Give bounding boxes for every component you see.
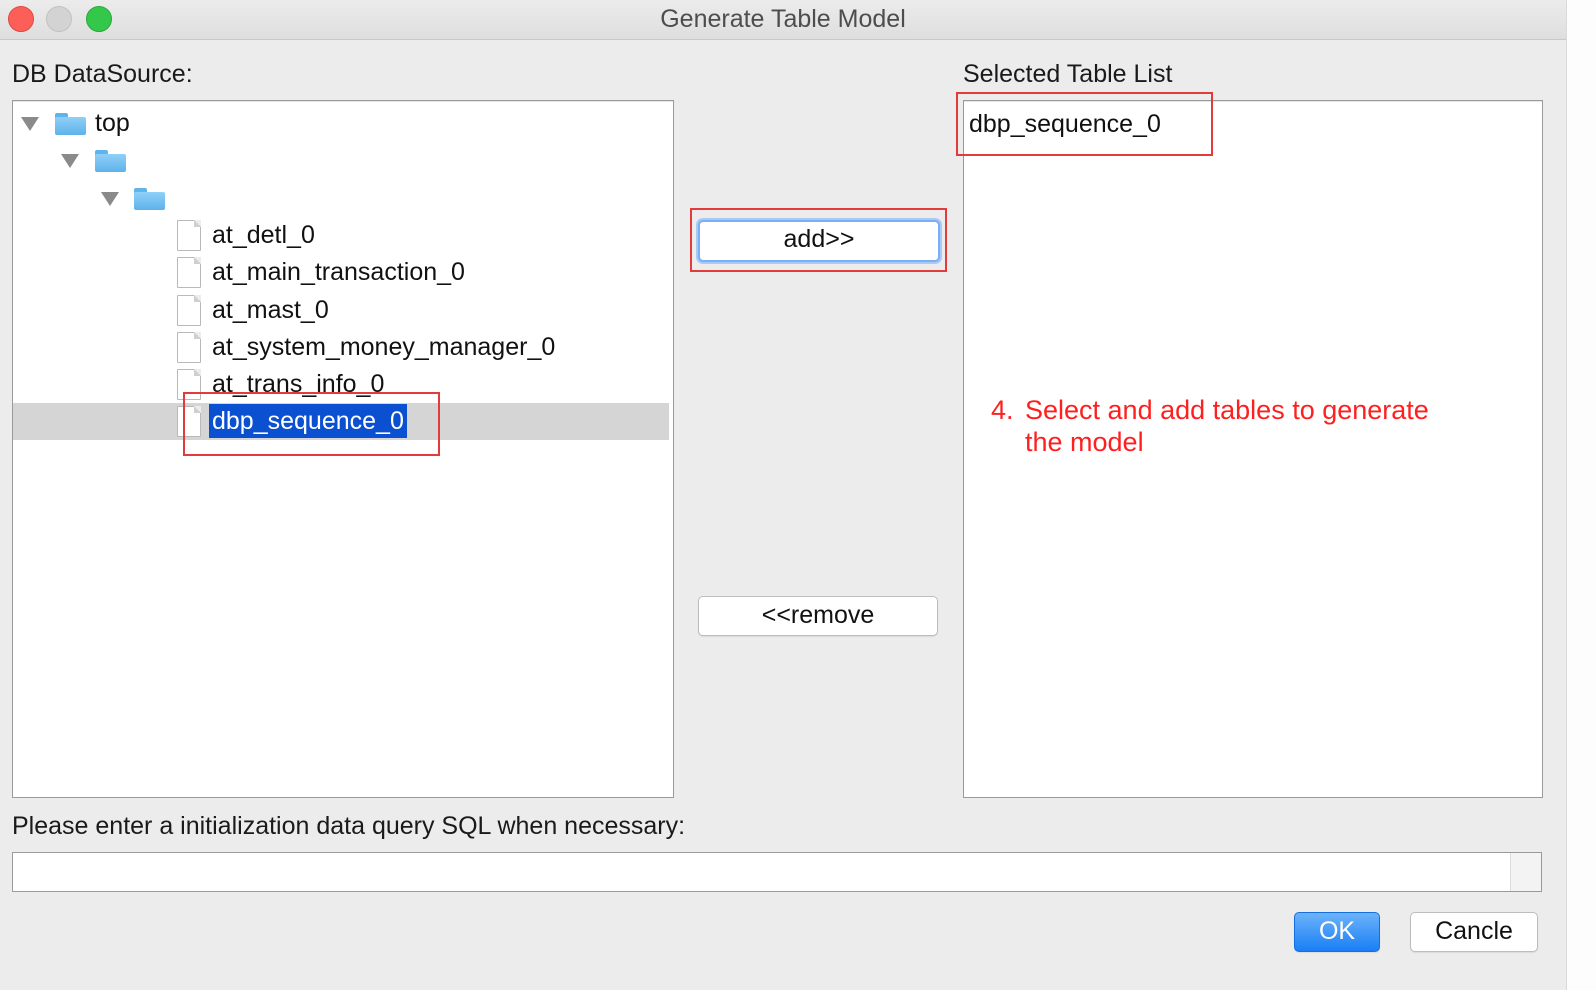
tree-node-top[interactable]: top: [13, 105, 669, 142]
table-node-at-system-money-manager-0[interactable]: at_system_money_manager_0: [13, 329, 669, 366]
collapse-arrow-icon[interactable]: [101, 192, 119, 206]
table-label: at_mast_0: [212, 296, 329, 324]
table-label: at_main_transaction_0: [212, 258, 465, 286]
table-node-dbp-sequence-0[interactable]: dbp_sequence_0: [13, 403, 669, 440]
sql-scrollbar[interactable]: [1510, 853, 1541, 891]
folder-icon: [134, 188, 165, 210]
title-bar: Generate Table Model: [0, 0, 1566, 40]
window-title: Generate Table Model: [660, 5, 906, 33]
sql-label: Please enter a initialization data query…: [12, 812, 686, 840]
window-edge-scrollbar: [1566, 0, 1596, 990]
table-node-at-main-transaction-0[interactable]: at_main_transaction_0: [13, 254, 669, 291]
folder-icon: [55, 113, 86, 135]
cancel-button[interactable]: Cancle: [1410, 912, 1538, 952]
add-button[interactable]: add>>: [698, 220, 940, 262]
annotation-line-2: the model: [1025, 427, 1144, 457]
table-label: at_detl_0: [212, 221, 315, 249]
table-node-at-mast-0[interactable]: at_mast_0: [13, 292, 669, 329]
file-icon: [177, 406, 201, 437]
tree-node-label: top: [95, 109, 130, 137]
file-icon: [177, 295, 201, 326]
datasource-label: DB DataSource:: [12, 60, 193, 88]
tree-node-level2[interactable]: [13, 180, 669, 217]
selected-table-label: dbp_sequence_0: [209, 404, 407, 438]
table-node-at-detl-0[interactable]: at_detl_0: [13, 217, 669, 254]
selected-table-list-label: Selected Table List: [963, 60, 1173, 88]
datasource-tree[interactable]: top at_detl_0 at_main_transaction_0 at_m…: [12, 100, 674, 798]
table-label: at_system_money_manager_0: [212, 333, 556, 361]
selected-list-item[interactable]: dbp_sequence_0: [969, 107, 1161, 141]
annotation-line-1: Select and add tables to generate: [1025, 395, 1429, 425]
file-icon: [177, 220, 201, 251]
collapse-arrow-icon[interactable]: [21, 117, 39, 131]
remove-button[interactable]: <<remove: [698, 596, 938, 636]
tree-node-level1[interactable]: [13, 142, 669, 179]
file-icon: [177, 257, 201, 288]
table-label: at_trans_info_0: [212, 370, 385, 398]
ok-button[interactable]: OK: [1294, 912, 1380, 952]
table-node-at-trans-info-0[interactable]: at_trans_info_0: [13, 366, 669, 403]
sql-input[interactable]: [12, 852, 1542, 892]
collapse-arrow-icon[interactable]: [61, 154, 79, 168]
folder-icon: [95, 150, 126, 172]
annotation-number: 4.: [991, 395, 1014, 425]
file-icon: [177, 332, 201, 363]
file-icon: [177, 369, 201, 400]
